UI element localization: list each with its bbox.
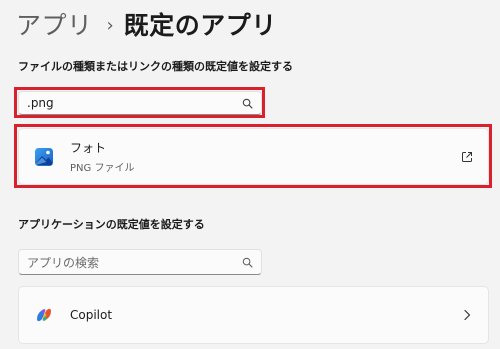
apps-section-label: アプリケーションの既定値を設定する xyxy=(18,218,205,231)
filetype-section-label: ファイルの種類またはリンクの種類の既定値を設定する xyxy=(18,60,293,73)
search-icon[interactable] xyxy=(241,256,253,268)
app-search-input[interactable]: アプリの検索 xyxy=(18,249,262,275)
copilot-app-icon xyxy=(34,305,54,325)
breadcrumb: アプリ › 既定のアプリ xyxy=(16,4,277,44)
page-title: 既定のアプリ xyxy=(123,11,277,40)
breadcrumb-separator: › xyxy=(106,14,114,36)
search-highlight-box xyxy=(14,87,265,118)
chevron-right-icon[interactable] xyxy=(460,308,474,322)
app-search-placeholder: アプリの検索 xyxy=(27,255,100,270)
copilot-app-name: Copilot xyxy=(70,308,113,322)
result-highlight-box xyxy=(14,124,492,188)
breadcrumb-parent-apps[interactable]: アプリ xyxy=(16,6,93,42)
copilot-app-row[interactable]: Copilot xyxy=(18,286,489,344)
